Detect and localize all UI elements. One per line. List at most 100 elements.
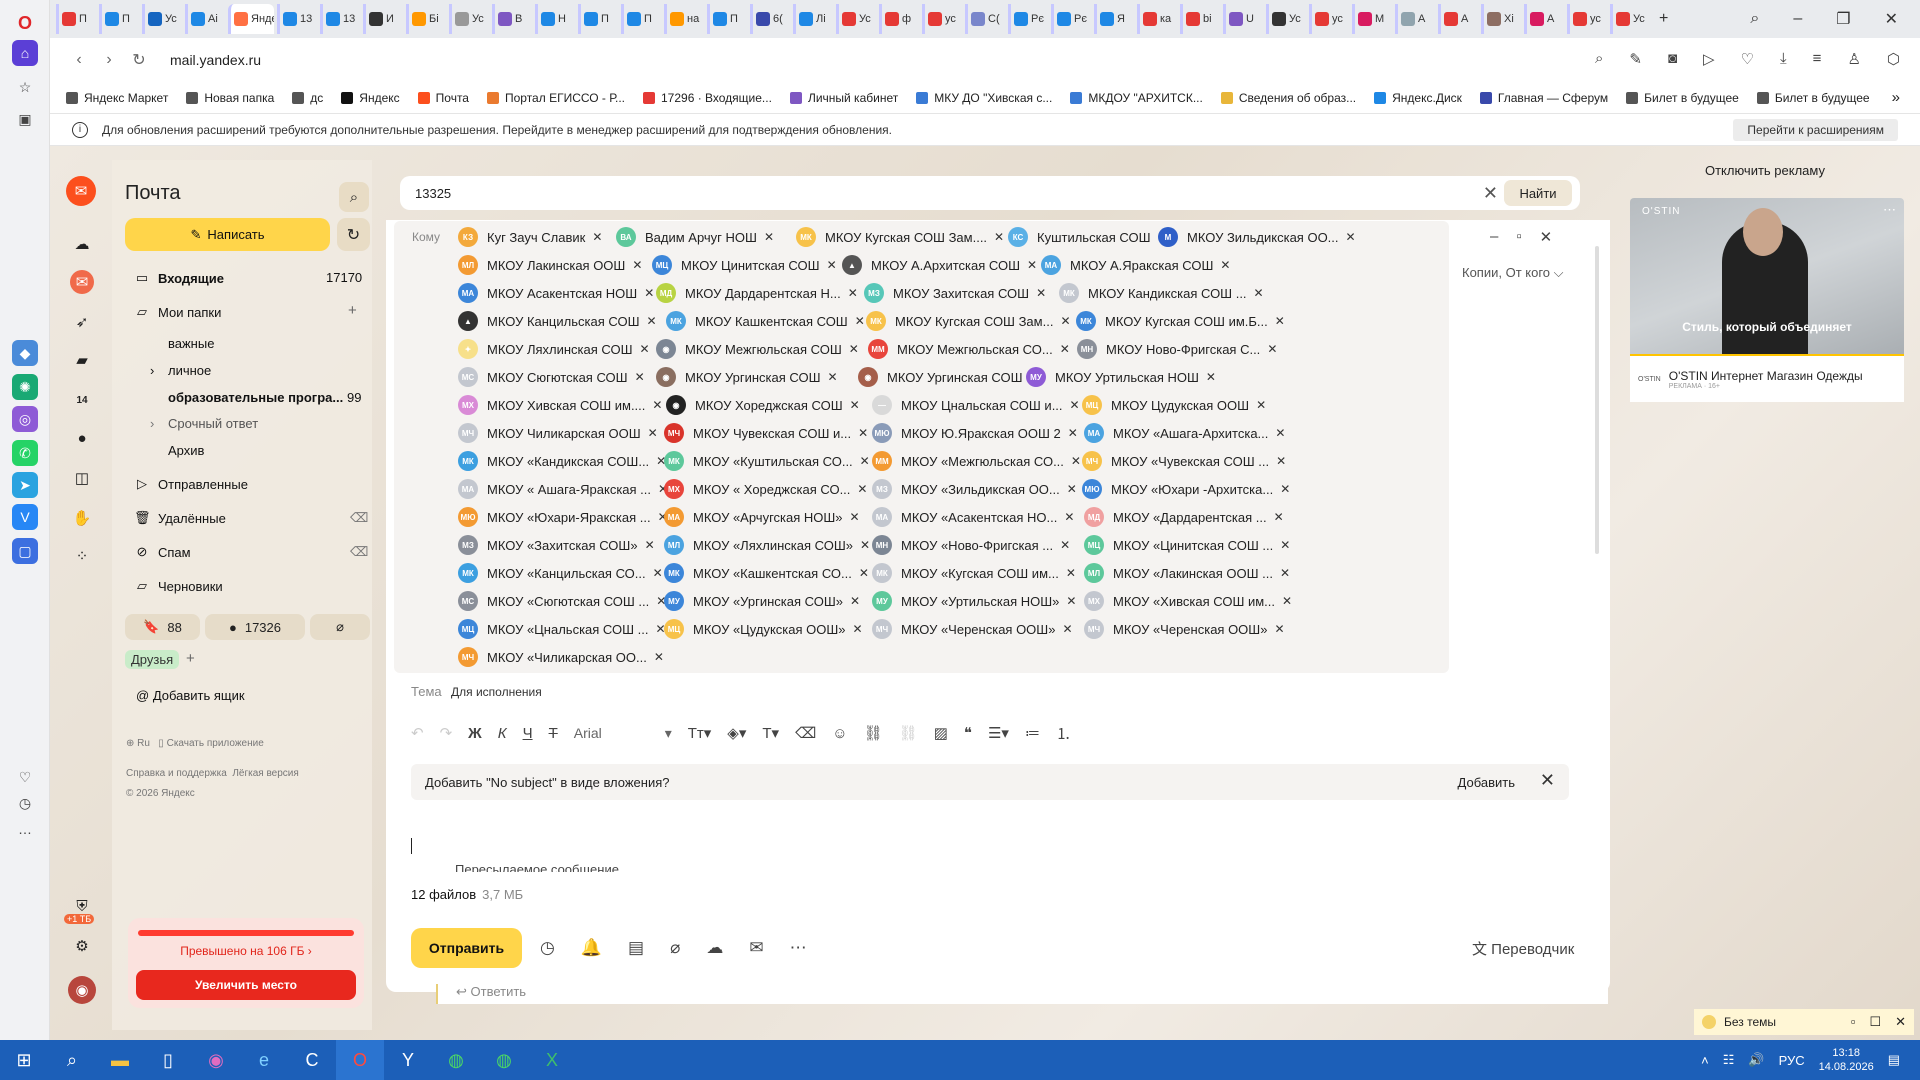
underline-icon[interactable]: Ч bbox=[523, 725, 533, 742]
remove-recipient-icon[interactable]: ✕ bbox=[850, 510, 860, 524]
text-caret[interactable] bbox=[411, 838, 412, 854]
remove-recipient-icon[interactable]: ✕ bbox=[1206, 370, 1216, 384]
add-label-icon[interactable]: + bbox=[186, 650, 195, 667]
remove-recipient-icon[interactable]: ✕ bbox=[1275, 426, 1285, 440]
remove-recipient-icon[interactable]: ✕ bbox=[849, 342, 859, 356]
browser-tab[interactable]: Ус bbox=[449, 4, 489, 34]
network-icon[interactable]: ☷ bbox=[1723, 1052, 1735, 1068]
browser-tab[interactable]: Рє bbox=[1008, 4, 1048, 34]
remove-recipient-icon[interactable]: ✕ bbox=[1276, 454, 1286, 468]
redo-icon[interactable]: ↷ bbox=[440, 724, 453, 742]
recipient-chip[interactable]: МЧ МКОУ «Чувекская СОШ ... ✕ bbox=[1082, 450, 1286, 472]
app-icon[interactable]: ◎ bbox=[12, 406, 38, 432]
text-color-icon[interactable]: T▾ bbox=[762, 724, 779, 742]
recipient-chip[interactable]: МА МКОУ «Арчугская НОШ» ✕ bbox=[664, 506, 860, 528]
reload-icon[interactable]: ↻ bbox=[124, 50, 154, 70]
start-icon[interactable]: ⊞ bbox=[0, 1040, 48, 1080]
reply-box[interactable]: ↩ Ответить bbox=[436, 984, 1608, 1004]
browser-tab[interactable]: Аі bbox=[185, 4, 225, 34]
recipient-chip[interactable]: МЧ МКОУ «Черенская ООШ» ✕ bbox=[872, 618, 1073, 640]
bookmark-item[interactable]: 17296 · Входящие... bbox=[643, 91, 772, 105]
bookmark-item[interactable]: Яндекс Маркет bbox=[66, 91, 168, 105]
send-button[interactable]: Отправить bbox=[411, 928, 522, 968]
recipient-chip[interactable]: МЮ МКОУ «Юхари -Архитска... ✕ bbox=[1082, 478, 1290, 500]
paperclip-icon[interactable]: ⌀ bbox=[670, 938, 680, 958]
remove-recipient-icon[interactable]: ✕ bbox=[652, 398, 662, 412]
remove-recipient-icon[interactable]: ✕ bbox=[1060, 342, 1070, 356]
recipient-chip[interactable]: МЮ МКОУ Ю.Яракская ООШ 2 ✕ bbox=[872, 422, 1078, 444]
translator-button[interactable]: 文 Переводчик bbox=[1472, 938, 1574, 959]
browser-tab[interactable]: Н bbox=[535, 4, 575, 34]
search-icon[interactable]: ⌕ bbox=[339, 182, 369, 212]
cube-icon[interactable]: ⬡ bbox=[1887, 50, 1900, 68]
browser-tab[interactable]: И bbox=[363, 4, 403, 34]
bookmark-item[interactable]: Билет в будущее bbox=[1756, 91, 1870, 105]
recipient-chip[interactable]: МЗ МКОУ Захитская СОШ ✕ bbox=[864, 282, 1046, 304]
remove-recipient-icon[interactable]: ✕ bbox=[853, 622, 863, 636]
bullet-list-icon[interactable]: ≔ bbox=[1025, 724, 1040, 742]
disable-ads-button[interactable]: Отключить рекламу bbox=[1630, 163, 1900, 178]
mail-title[interactable]: Почта bbox=[125, 182, 181, 205]
folder-personal[interactable]: личное bbox=[168, 363, 211, 378]
ie-icon[interactable]: e bbox=[240, 1040, 288, 1080]
browser-tab[interactable]: М bbox=[1352, 4, 1392, 34]
notes-icon[interactable]: ◫ bbox=[70, 466, 94, 490]
recipient-chip[interactable]: МС МКОУ Сюгютская СОШ ✕ bbox=[458, 366, 645, 388]
download-icon[interactable]: ⤓ bbox=[1780, 50, 1787, 68]
recipient-chip[interactable]: МК МКОУ Кашкентская СОШ ✕ bbox=[666, 310, 865, 332]
bold-icon[interactable]: Ж bbox=[468, 725, 482, 742]
yandex-browser-icon[interactable]: Y bbox=[384, 1040, 432, 1080]
whatsapp-icon[interactable]: ✆ bbox=[12, 440, 38, 466]
recipient-chip[interactable]: ◉ МКОУ Межгюльская СОШ ✕ bbox=[656, 338, 859, 360]
folder-education[interactable]: образовательные програ... bbox=[168, 390, 343, 405]
folder-deleted[interactable]: 🗑 Удалённые bbox=[134, 510, 226, 526]
subject-input[interactable]: Для исполнения bbox=[451, 685, 542, 699]
emoji-icon[interactable]: ☺ bbox=[832, 725, 847, 742]
browser-tab[interactable]: В bbox=[492, 4, 532, 34]
remove-recipient-icon[interactable]: ✕ bbox=[1280, 566, 1290, 580]
bookmark-item[interactable]: МКДОУ "АРХИТСК... bbox=[1070, 91, 1203, 105]
recipient-chip[interactable]: ▲ МКОУ Канцильская СОШ ✕ bbox=[458, 310, 657, 332]
recipient-chip[interactable]: МА МКОУ «Асакентская НО... ✕ bbox=[872, 506, 1074, 528]
recipient-chip[interactable]: ◉МКОУ Ургинская СОШ✕ bbox=[858, 366, 1040, 388]
quote-icon[interactable]: ❝ bbox=[964, 724, 972, 742]
browser-tab[interactable]: Ус bbox=[1610, 4, 1650, 34]
recipient-chip[interactable]: — МКОУ Цнальская СОШ и... ✕ bbox=[872, 394, 1080, 416]
bookmark-item[interactable]: Новая папка bbox=[186, 91, 274, 105]
recipient-chip[interactable]: МЧ МКОУ Чувекская СОШ и... ✕ bbox=[664, 422, 868, 444]
scrollbar[interactable] bbox=[1595, 246, 1599, 554]
remove-recipient-icon[interactable]: ✕ bbox=[1280, 482, 1290, 496]
browser-tab[interactable]: Лі bbox=[793, 4, 833, 34]
browser-tab[interactable]: Ус bbox=[836, 4, 876, 34]
compose-button[interactable]: ✎ Написать bbox=[125, 218, 330, 251]
recipient-chip[interactable]: МК МКОУ «Кандикская СОШ... ✕ bbox=[458, 450, 666, 472]
remove-recipient-icon[interactable]: ✕ bbox=[1346, 230, 1356, 244]
close-icon[interactable]: ✕ bbox=[1540, 228, 1553, 246]
recipient-chip[interactable]: МЛ МКОУ Лакинская ООШ ✕ bbox=[458, 254, 642, 276]
recipient-chip[interactable]: МЦ МКОУ «Цинитская СОШ ... ✕ bbox=[1084, 534, 1290, 556]
recipient-chip[interactable]: ММ МКОУ «Межгюльская СО... ✕ bbox=[872, 450, 1081, 472]
browser-tab[interactable]: А bbox=[1395, 4, 1435, 34]
folder-inbox[interactable]: ▭ Входящие bbox=[134, 270, 224, 286]
recipient-chip[interactable]: МК МКОУ Кандикская СОШ ... ✕ bbox=[1059, 282, 1264, 304]
calendar-icon[interactable]: 14 bbox=[70, 388, 94, 412]
add-attachment-button[interactable]: Добавить bbox=[1448, 769, 1525, 795]
browser-tab[interactable]: П bbox=[621, 4, 661, 34]
browser-tab[interactable]: на bbox=[664, 4, 704, 34]
search-tabs-icon[interactable]: ⌕ bbox=[1750, 10, 1759, 28]
remove-recipient-icon[interactable]: ✕ bbox=[1067, 482, 1077, 496]
url-field[interactable]: mail.yandex.ru bbox=[170, 52, 261, 68]
folder-important[interactable]: важные bbox=[168, 336, 214, 351]
heart-icon[interactable]: ♡ bbox=[12, 764, 38, 790]
browser-tab[interactable]: bi bbox=[1180, 4, 1220, 34]
yandex-mail-logo-icon[interactable]: ✉ bbox=[66, 176, 96, 206]
browser-tab[interactable]: Я bbox=[1094, 4, 1134, 34]
app-icon[interactable]: ◉ bbox=[192, 1040, 240, 1080]
numbered-list-icon[interactable]: ⒈ bbox=[1056, 723, 1071, 744]
browser-tab[interactable]: А bbox=[1438, 4, 1478, 34]
link-icon[interactable]: ⛓ bbox=[864, 724, 883, 742]
recipient-chip[interactable]: МУ МКОУ «Ургинская СОШ» ✕ bbox=[664, 590, 860, 612]
bookmark-item[interactable]: Личный кабинет bbox=[789, 91, 898, 105]
remove-recipient-icon[interactable]: ✕ bbox=[1274, 510, 1284, 524]
recipient-chip[interactable]: МД МКОУ «Дардарентская ... ✕ bbox=[1084, 506, 1284, 528]
